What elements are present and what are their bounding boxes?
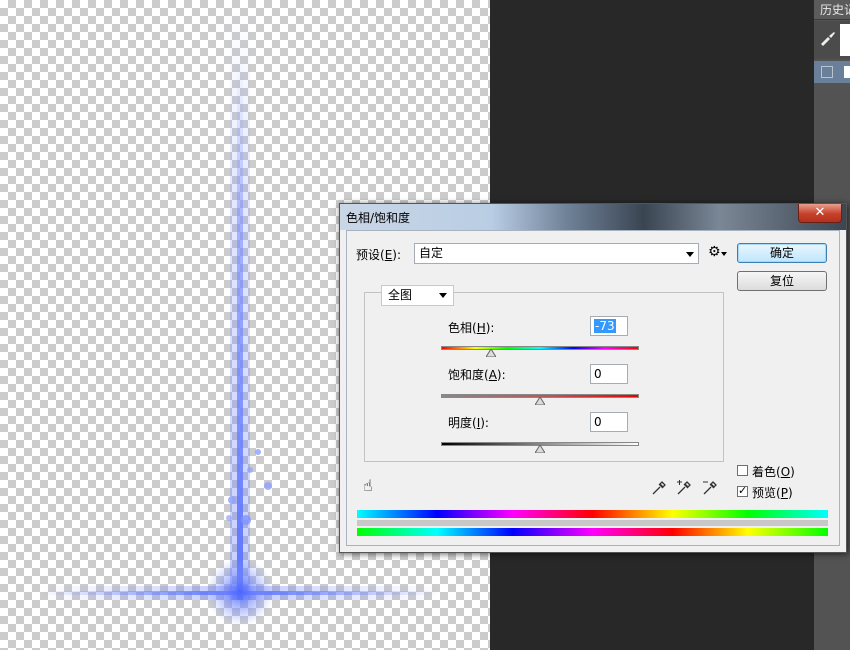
checkmark-icon: ✓ — [738, 484, 748, 497]
hue-slider-thumb[interactable] — [485, 349, 496, 357]
channel-value: 全图 — [388, 288, 413, 302]
colorize-label: 着色(O) — [752, 465, 795, 479]
preset-value: 自定 — [419, 246, 444, 260]
close-button[interactable]: ✕ — [798, 204, 842, 223]
hue-label: 色相(H): — [448, 321, 495, 335]
lightness-slider-thumb[interactable] — [535, 445, 545, 453]
reset-button[interactable]: 复位 — [737, 271, 827, 291]
targeted-adjustment-hand-icon[interactable]: ☝ — [363, 476, 373, 495]
eyedropper-plus-icon[interactable] — [675, 479, 693, 497]
saturation-input[interactable]: 0 — [590, 364, 628, 384]
saturation-label: 饱和度(A): — [448, 368, 506, 382]
output-color-spectrum-bar — [357, 528, 828, 536]
snapshot-thumbnail — [840, 24, 850, 56]
dialog-titlebar[interactable]: 色相/饱和度 ✕ — [340, 204, 846, 230]
gear-menu-arrow-icon[interactable] — [721, 252, 727, 256]
history-brush-icon[interactable] — [818, 29, 838, 49]
eyedropper-minus-icon[interactable] — [701, 479, 719, 497]
lightness-label: 明度(I): — [448, 416, 489, 430]
preview-label: 预览(P) — [752, 486, 793, 500]
adjustment-group — [364, 292, 724, 462]
history-state-icon — [844, 66, 850, 78]
ok-button[interactable]: 确定 — [737, 243, 827, 263]
hue-value: -73 — [594, 319, 616, 333]
chevron-down-icon — [439, 293, 447, 298]
dialog-body: 预设(E): 自定 ⚙ 确定 复位 全图 色相(H): -73 饱和度(A): … — [346, 230, 840, 546]
eyedropper-icon[interactable] — [650, 479, 668, 497]
hue-input[interactable]: -73 — [590, 316, 628, 336]
hue-saturation-dialog: 色相/饱和度 ✕ 预设(E): 自定 ⚙ 确定 复位 全图 色相(H): -73… — [339, 203, 847, 553]
preview-checkbox[interactable]: ✓ — [737, 484, 748, 497]
input-color-spectrum-bar — [357, 510, 828, 518]
gear-icon[interactable]: ⚙ — [708, 244, 721, 260]
colorize-checkbox[interactable] — [737, 465, 748, 476]
hue-slider-track[interactable] — [441, 346, 639, 350]
history-state-row[interactable] — [814, 61, 850, 83]
dialog-title: 色相/饱和度 — [346, 211, 411, 225]
tab-history[interactable]: 历史记 — [814, 0, 850, 20]
saturation-slider-thumb[interactable] — [535, 397, 545, 405]
history-snapshot-row[interactable] — [814, 21, 850, 59]
preset-label: 预设(E): — [356, 248, 402, 262]
channel-dropdown[interactable]: 全图 — [381, 285, 454, 306]
lightness-input[interactable]: 0 — [590, 412, 628, 432]
lightness-value: 0 — [594, 415, 602, 429]
saturation-value: 0 — [594, 367, 602, 381]
history-state-checkbox[interactable] — [821, 66, 833, 78]
spectrum-range-gap — [357, 520, 828, 526]
chevron-down-icon — [686, 252, 694, 257]
preset-dropdown[interactable]: 自定 — [414, 243, 699, 264]
